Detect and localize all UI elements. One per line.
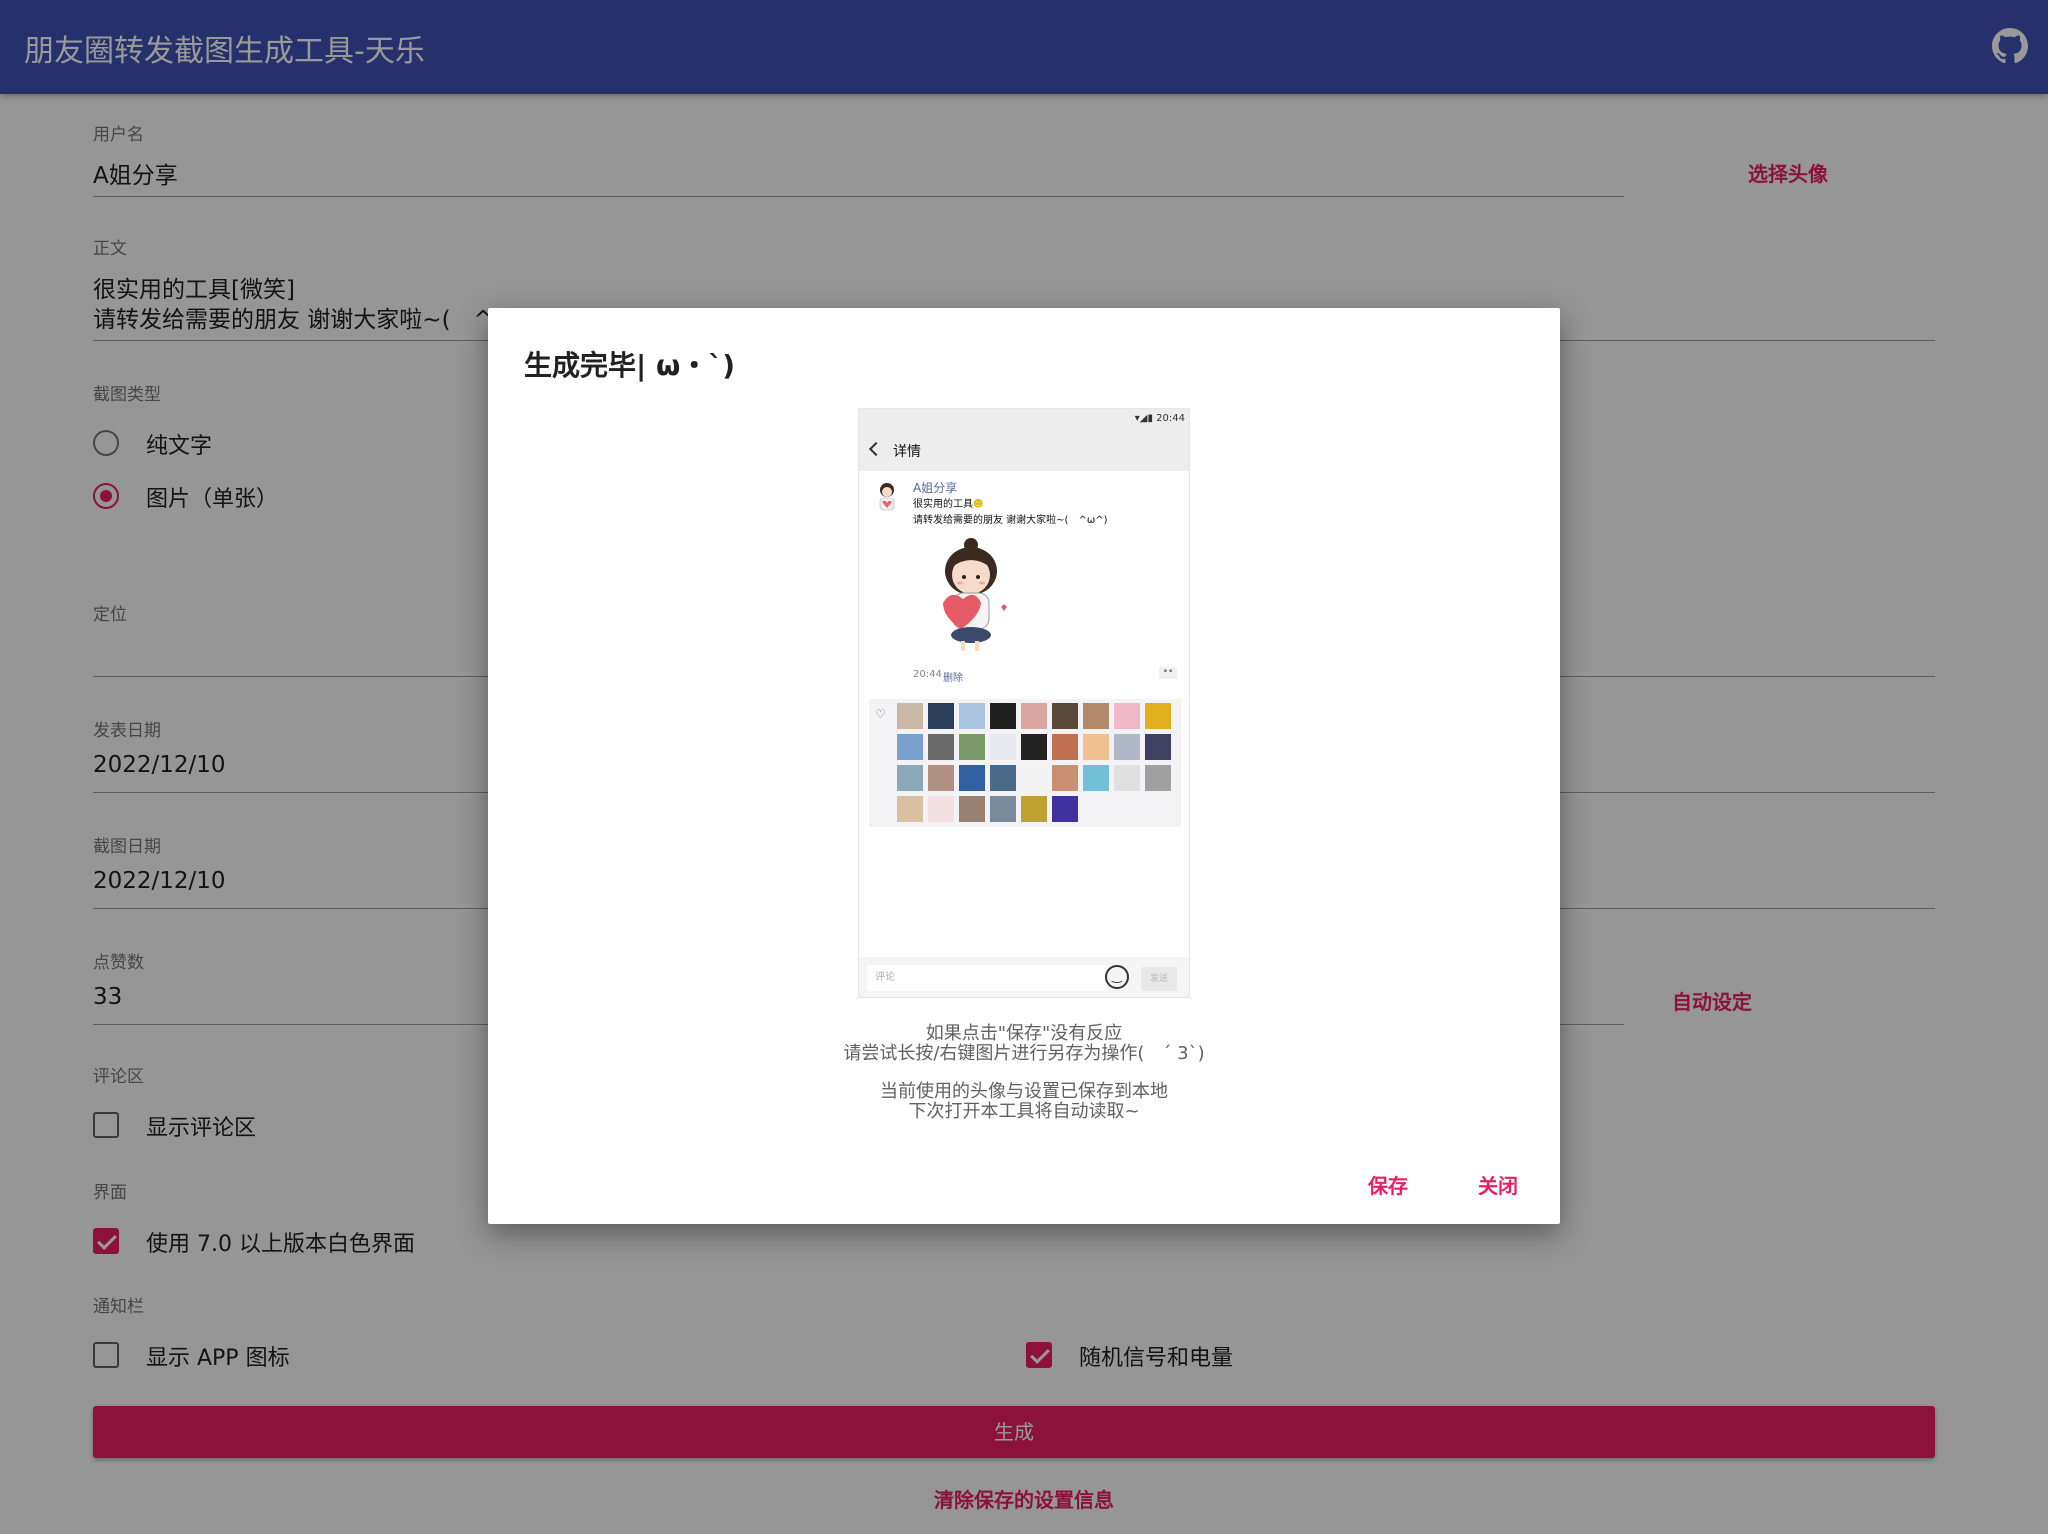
liker-avatar bbox=[1021, 765, 1047, 791]
liker-avatar bbox=[1145, 765, 1171, 791]
hint-line-2: 请尝试长按/右键图片进行另存为操作( ´ 3`) bbox=[843, 1043, 1205, 1064]
liker-avatar bbox=[959, 765, 985, 791]
smile-icon: ☻ bbox=[973, 499, 984, 510]
liker-avatar bbox=[1021, 796, 1047, 822]
liker-avatar bbox=[990, 765, 1016, 791]
liker-avatar bbox=[1083, 765, 1109, 791]
liker-avatar bbox=[1114, 765, 1140, 791]
liker-avatar bbox=[990, 703, 1016, 729]
hint-line-1: 如果点击"保存"没有反应 bbox=[925, 1023, 1123, 1044]
liker-avatar bbox=[959, 734, 985, 760]
emoji-icon bbox=[1105, 965, 1129, 989]
liker-avatar bbox=[1114, 734, 1140, 760]
liker-avatar bbox=[990, 734, 1016, 760]
liker-avatar bbox=[928, 703, 954, 729]
liker-avatar bbox=[959, 796, 985, 822]
result-dialog: 生成完毕| ω・`) ▾◢▮ 20:44 详情 A姐分享 很实用的工具☻ 请转发… bbox=[488, 308, 1560, 1224]
more-icon: •• bbox=[1159, 667, 1177, 679]
close-button[interactable]: 关闭 bbox=[1478, 1170, 1518, 1199]
preview-nav-title: 详情 bbox=[893, 444, 921, 460]
liker-avatar bbox=[1145, 703, 1171, 729]
preview-comment-bar: 评论 发送 bbox=[859, 957, 1189, 997]
liker-avatar bbox=[1052, 765, 1078, 791]
liker-avatar bbox=[1052, 703, 1078, 729]
preview-avatar bbox=[879, 483, 895, 511]
back-icon bbox=[868, 441, 884, 457]
preview-send-button: 发送 bbox=[1141, 967, 1177, 991]
liker-avatar bbox=[1145, 734, 1171, 760]
generated-screenshot[interactable]: ▾◢▮ 20:44 详情 A姐分享 很实用的工具☻ 请转发给需要的朋友 谢谢大家… bbox=[858, 408, 1190, 998]
liker-avatar bbox=[897, 796, 923, 822]
preview-text-line-1: 很实用的工具☻ bbox=[913, 499, 984, 510]
liker-avatar bbox=[959, 703, 985, 729]
liker-avatar bbox=[1052, 734, 1078, 760]
liker-avatar bbox=[1083, 734, 1109, 760]
liker-avatar bbox=[928, 765, 954, 791]
heart-icon: ♡ bbox=[875, 707, 886, 721]
preview-likes-panel: ♡ bbox=[869, 699, 1181, 827]
preview-status-time: 20:44 bbox=[1156, 413, 1185, 424]
dialog-title: 生成完毕| ω・`) bbox=[524, 349, 736, 382]
liker-avatar bbox=[928, 796, 954, 822]
liker-avatar bbox=[990, 796, 1016, 822]
liker-avatar bbox=[928, 734, 954, 760]
liker-avatar bbox=[1083, 703, 1109, 729]
liker-avatar bbox=[1021, 703, 1047, 729]
liker-avatar bbox=[1114, 703, 1140, 729]
liker-avatar bbox=[897, 734, 923, 760]
preview-status-bar: ▾◢▮ 20:44 bbox=[859, 409, 1189, 429]
saved-line-2: 下次打开本工具将自动读取~ bbox=[908, 1101, 1140, 1122]
signal-icon: ▾◢▮ bbox=[1134, 413, 1157, 424]
save-button[interactable]: 保存 bbox=[1368, 1170, 1408, 1199]
liker-avatar bbox=[897, 703, 923, 729]
liker-avatar bbox=[1052, 796, 1078, 822]
liker-avatar bbox=[897, 765, 923, 791]
preview-delete-link: 删除 bbox=[943, 673, 963, 684]
preview-post-time: 20:44 bbox=[913, 669, 942, 680]
preview-text-line-2: 请转发给需要的朋友 谢谢大家啦~( ^ω^) bbox=[913, 515, 1108, 526]
preview-post-image bbox=[943, 538, 1007, 651]
saved-line-1: 当前使用的头像与设置已保存到本地 bbox=[880, 1081, 1168, 1102]
preview-username: A姐分享 bbox=[913, 481, 958, 495]
preview-comment-input: 评论 bbox=[867, 965, 1107, 991]
preview-nav-bar: 详情 bbox=[859, 429, 1189, 471]
liker-avatar bbox=[1021, 734, 1047, 760]
